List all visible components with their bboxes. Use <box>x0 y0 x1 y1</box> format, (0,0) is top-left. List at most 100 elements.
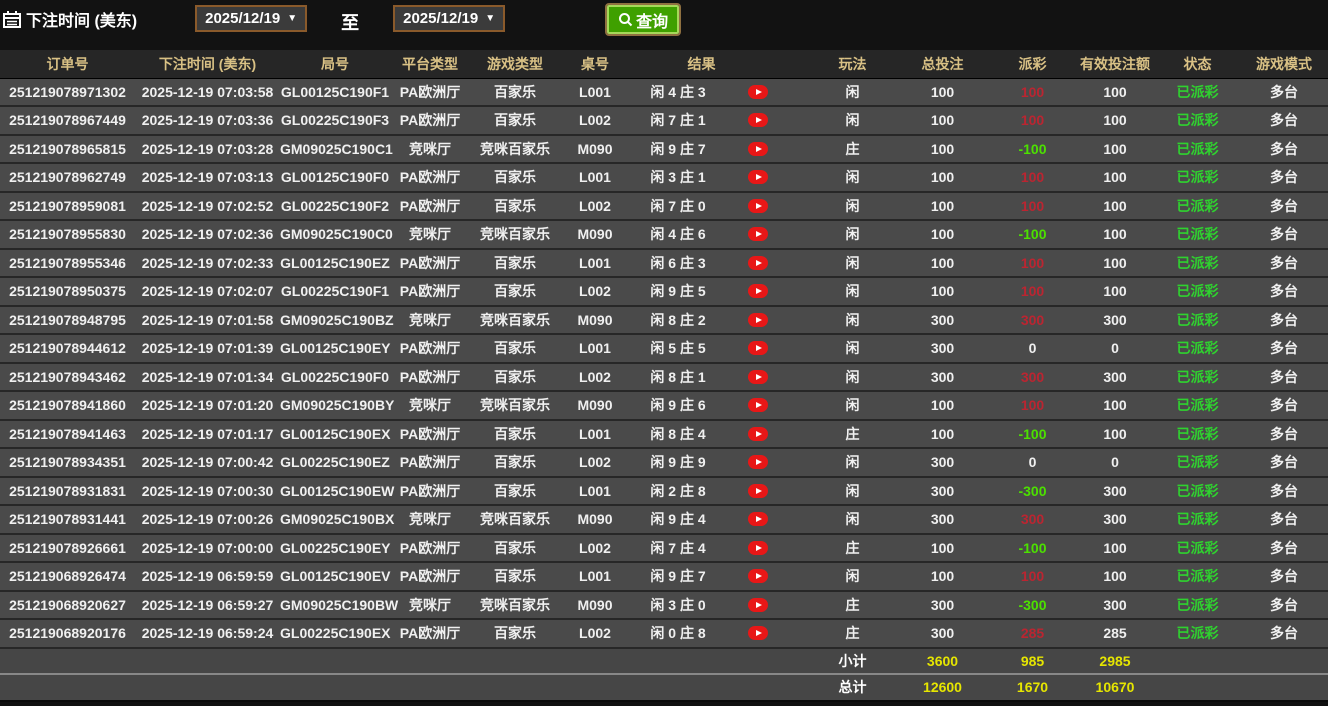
cell-game-type: 百家乐 <box>470 476 560 506</box>
subtotal-valid-bet: 2985 <box>1075 646 1155 674</box>
cell-bet-side: 闲 <box>810 305 895 335</box>
date-from-select[interactable]: 2025/12/19 ▼ <box>195 5 308 32</box>
cell-status: 已派彩 <box>1155 134 1240 164</box>
replay-play-icon[interactable] <box>748 84 768 99</box>
replay-play-icon[interactable] <box>748 170 768 185</box>
cell-bet-side: 闲 <box>810 362 895 392</box>
table-row: 251219078931831 2025-12-19 07:00:30 GL0012… <box>0 476 1328 506</box>
cell-status: 已派彩 <box>1155 505 1240 535</box>
cell-status: 已派彩 <box>1155 334 1240 364</box>
cell-game-type: 百家乐 <box>470 106 560 136</box>
table-row: 251219068920176 2025-12-19 06:59:24 GL0022… <box>0 619 1328 649</box>
replay-play-icon[interactable] <box>748 113 768 128</box>
cell-round-id: GL00125C190EZ <box>280 248 390 278</box>
replay-play-icon[interactable] <box>748 369 768 384</box>
cell-table-no: L001 <box>560 334 630 364</box>
cell-game-mode: 多台 <box>1240 505 1328 535</box>
cell-result: 闲 9 庄 4 <box>630 505 810 535</box>
cell-round-id: GM09025C190BZ <box>280 305 394 335</box>
replay-play-icon[interactable] <box>748 398 768 413</box>
result-text: 闲 7 庄 1 <box>650 112 706 129</box>
cell-game-mode: 多台 <box>1240 191 1328 221</box>
cell-bet-side: 闲 <box>810 248 895 278</box>
cell-game-type: 百家乐 <box>470 619 560 649</box>
cell-game-mode: 多台 <box>1240 277 1328 307</box>
chevron-down-icon: ▼ <box>485 12 496 24</box>
cell-game-type: 竞咪百家乐 <box>470 305 560 335</box>
subtotal-status-empty <box>1155 646 1240 674</box>
cell-platform: PA欧洲厅 <box>390 334 470 364</box>
cell-platform: 竞咪厅 <box>390 505 470 535</box>
cell-result: 闲 2 庄 8 <box>630 476 810 506</box>
cell-table-no: L002 <box>560 362 630 392</box>
cell-order-id: 251219078967449 <box>0 106 135 136</box>
cell-table-no: M090 <box>560 505 630 535</box>
result-text: 闲 9 庄 7 <box>650 568 706 585</box>
replay-play-icon[interactable] <box>748 569 768 584</box>
cell-order-id: 251219078962749 <box>0 163 135 193</box>
total-label: 总计 <box>810 673 895 702</box>
cell-bet-time: 2025-12-19 07:01:58 <box>135 305 280 335</box>
cell-game-mode: 多台 <box>1240 248 1328 278</box>
subtotal-total-bet: 3600 <box>895 646 990 674</box>
table-row: 251219078941463 2025-12-19 07:01:17 GL0012… <box>0 419 1328 449</box>
cell-table-no: L001 <box>560 562 630 592</box>
cell-total-bet: 100 <box>895 134 990 164</box>
cell-result: 闲 9 庄 7 <box>630 134 810 164</box>
cell-valid-bet: 100 <box>1075 191 1155 221</box>
cell-valid-bet: 300 <box>1075 476 1155 506</box>
replay-play-icon[interactable] <box>748 312 768 327</box>
replay-play-icon[interactable] <box>748 626 768 641</box>
cell-valid-bet: 100 <box>1075 533 1155 563</box>
cell-table-no: L002 <box>560 619 630 649</box>
cell-order-id: 251219078955346 <box>0 248 135 278</box>
cell-valid-bet: 285 <box>1075 619 1155 649</box>
col-header-result: 结果 <box>630 50 810 79</box>
replay-play-icon[interactable] <box>748 483 768 498</box>
cell-game-type: 百家乐 <box>470 533 560 563</box>
result-text: 闲 8 庄 4 <box>650 425 706 442</box>
cell-bet-side: 闲 <box>810 277 895 307</box>
cell-table-no: M090 <box>560 391 630 421</box>
cell-order-id: 251219078931831 <box>0 476 135 506</box>
cell-valid-bet: 100 <box>1075 134 1155 164</box>
cell-platform: PA欧洲厅 <box>390 106 470 136</box>
search-icon <box>619 13 633 27</box>
cell-bet-side: 闲 <box>810 448 895 478</box>
replay-play-icon[interactable] <box>748 426 768 441</box>
replay-play-icon[interactable] <box>748 141 768 156</box>
date-to-select[interactable]: 2025/12/19 ▼ <box>393 5 506 32</box>
replay-play-icon[interactable] <box>748 512 768 527</box>
replay-play-icon[interactable] <box>748 227 768 242</box>
cell-payout: 100 <box>990 391 1075 421</box>
cell-game-mode: 多台 <box>1240 220 1328 250</box>
cell-game-mode: 多台 <box>1240 391 1328 421</box>
replay-play-icon[interactable] <box>748 255 768 270</box>
cell-valid-bet: 300 <box>1075 305 1155 335</box>
cell-round-id: GL00225C190EY <box>280 533 391 563</box>
replay-play-icon[interactable] <box>748 284 768 299</box>
replay-play-icon[interactable] <box>748 540 768 555</box>
cell-payout: 0 <box>990 448 1075 478</box>
cell-table-no: L001 <box>560 248 630 278</box>
cell-status: 已派彩 <box>1155 419 1240 449</box>
date-to-value: 2025/12/19 <box>403 10 479 27</box>
table-header-row: 订单号 下注时间 (美东) 局号 平台类型 游戏类型 桌号 结果 玩法 总投注 派彩 有效投注额 状态… <box>0 50 1328 79</box>
result-text: 闲 4 庄 6 <box>650 226 706 243</box>
cell-game-mode: 多台 <box>1240 78 1328 107</box>
replay-play-icon[interactable] <box>748 198 768 213</box>
query-button[interactable]: 查询 <box>605 3 682 36</box>
col-header-valid-bet: 有效投注额 <box>1075 50 1155 79</box>
result-text: 闲 0 庄 8 <box>650 625 706 642</box>
replay-play-icon[interactable] <box>748 597 768 612</box>
cell-table-no: L001 <box>560 78 630 107</box>
replay-play-icon[interactable] <box>748 341 768 356</box>
result-text: 闲 9 庄 5 <box>650 283 706 300</box>
cell-status: 已派彩 <box>1155 277 1240 307</box>
cell-total-bet: 300 <box>895 619 990 649</box>
cell-total-bet: 100 <box>895 533 990 563</box>
cell-bet-time: 2025-12-19 07:00:30 <box>135 476 280 506</box>
replay-play-icon[interactable] <box>748 455 768 470</box>
cell-total-bet: 100 <box>895 562 990 592</box>
cell-table-no: L002 <box>560 191 630 221</box>
